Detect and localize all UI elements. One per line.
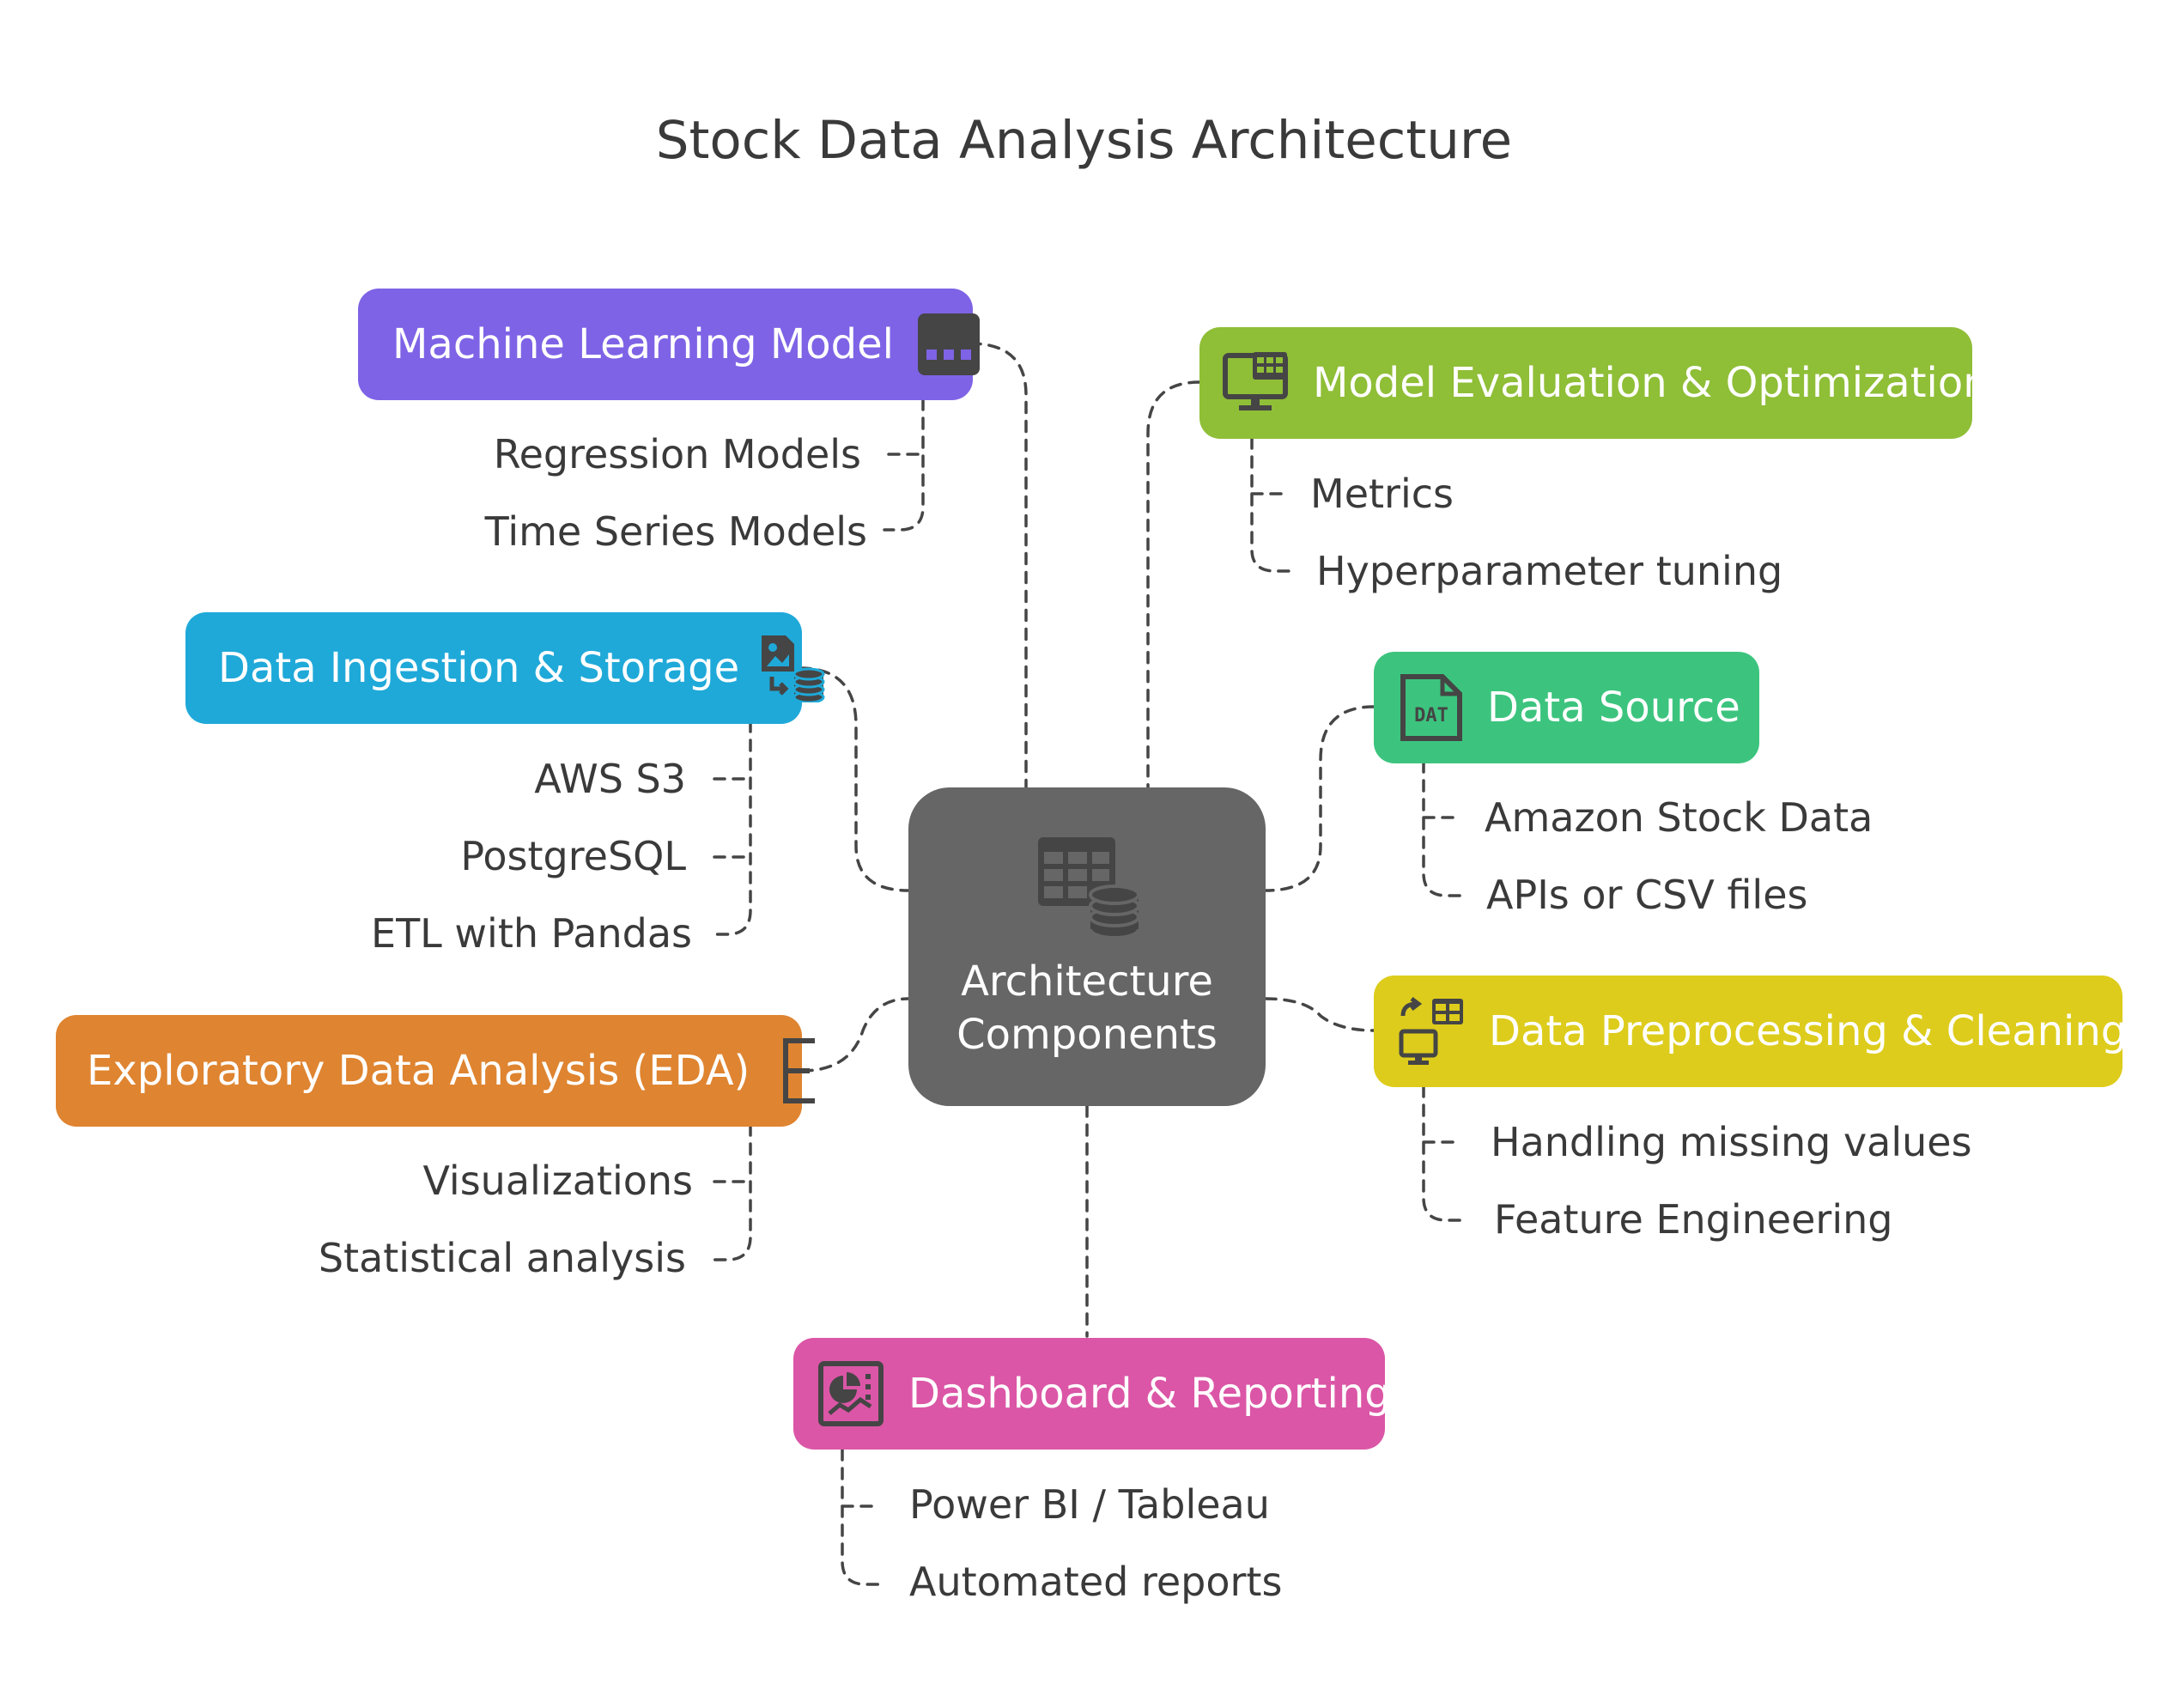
transfer-monitor-icon	[1398, 997, 1467, 1066]
node-label: Data Ingestion & Storage	[218, 644, 740, 692]
node-label: Machine Learning Model	[392, 320, 894, 368]
leaf-power-bi-tableau: Power BI / Tableau	[909, 1481, 1270, 1528]
node-label: Data Source	[1487, 684, 1740, 732]
pie-chart-report-icon	[817, 1360, 884, 1427]
connector-ml	[969, 342, 1028, 789]
file-transfer-database-icon	[758, 634, 827, 702]
center-label: Architecture Components	[956, 957, 1218, 1059]
node-data-preprocessing-cleaning: Data Preprocessing & Cleaning	[1374, 976, 2127, 1087]
leaf-statistical-analysis: Statistical analysis	[318, 1235, 686, 1281]
node-label: Data Preprocessing & Cleaning	[1489, 1007, 2128, 1055]
connector-source	[1264, 705, 1375, 892]
leaf-etl-with-pandas: ETL with Pandas	[371, 910, 692, 957]
node-data-source: DAT Data Source	[1374, 652, 1759, 763]
node-machine-learning-model: Machine Learning Model	[358, 289, 980, 400]
connector-dashboard-items	[841, 1448, 884, 1586]
connector-eda-items	[709, 1123, 752, 1261]
connector-eval-items	[1250, 436, 1294, 573]
connector-preprocessing	[1264, 997, 1375, 1032]
leaf-postgresql: PostgreSQL	[460, 833, 686, 879]
diagram-canvas: Stock Data Analysis Architecture Archite…	[0, 0, 2168, 1705]
node-label: Dashboard & Reporting	[908, 1370, 1391, 1418]
node-model-evaluation: Model Evaluation & Optimization	[1199, 327, 1989, 439]
leaf-time-series-models: Time Series Models	[484, 508, 867, 555]
connector-eval	[1146, 380, 1201, 789]
node-data-ingestion-storage: Data Ingestion & Storage	[185, 612, 825, 724]
leaf-aws-s3: AWS S3	[534, 756, 686, 802]
model-dots-icon	[916, 312, 981, 377]
center-node: Architecture Components	[908, 787, 1266, 1106]
leaf-hyperparameter-tuning: Hyperparameter tuning	[1316, 548, 1783, 594]
diagram-title: Stock Data Analysis Architecture	[655, 110, 1513, 171]
connector-preprocessing-items	[1422, 1085, 1466, 1222]
node-label: Exploratory Data Analysis (EDA)	[87, 1047, 750, 1095]
leaf-handling-missing-values: Handling missing values	[1491, 1119, 1972, 1165]
leaf-automated-reports: Automated reports	[909, 1559, 1283, 1605]
monitor-grid-icon	[1222, 350, 1290, 416]
node-dashboard-reporting: Dashboard & Reporting	[793, 1338, 1391, 1450]
connector-ml-items	[883, 398, 925, 532]
leaf-regression-models: Regression Models	[493, 431, 861, 477]
leaf-visualizations: Visualizations	[422, 1158, 693, 1204]
node-exploratory-data-analysis: Exploratory Data Analysis (EDA)	[56, 1015, 816, 1127]
connector-ingestion-items	[709, 720, 752, 936]
dat-file-text: DAT	[1414, 705, 1448, 726]
node-label: Model Evaluation & Optimization	[1313, 359, 1989, 407]
leaf-metrics: Metrics	[1310, 471, 1454, 517]
leaf-apis-or-csv-files: APIs or CSV files	[1486, 872, 1808, 918]
connector-source-items	[1422, 760, 1466, 897]
letter-e-icon	[780, 1037, 818, 1104]
leaf-feature-engineering: Feature Engineering	[1494, 1196, 1893, 1243]
leaf-amazon-stock-data: Amazon Stock Data	[1485, 794, 1873, 841]
table-database-icon	[1035, 835, 1140, 945]
dat-file-icon: DAT	[1398, 673, 1465, 742]
